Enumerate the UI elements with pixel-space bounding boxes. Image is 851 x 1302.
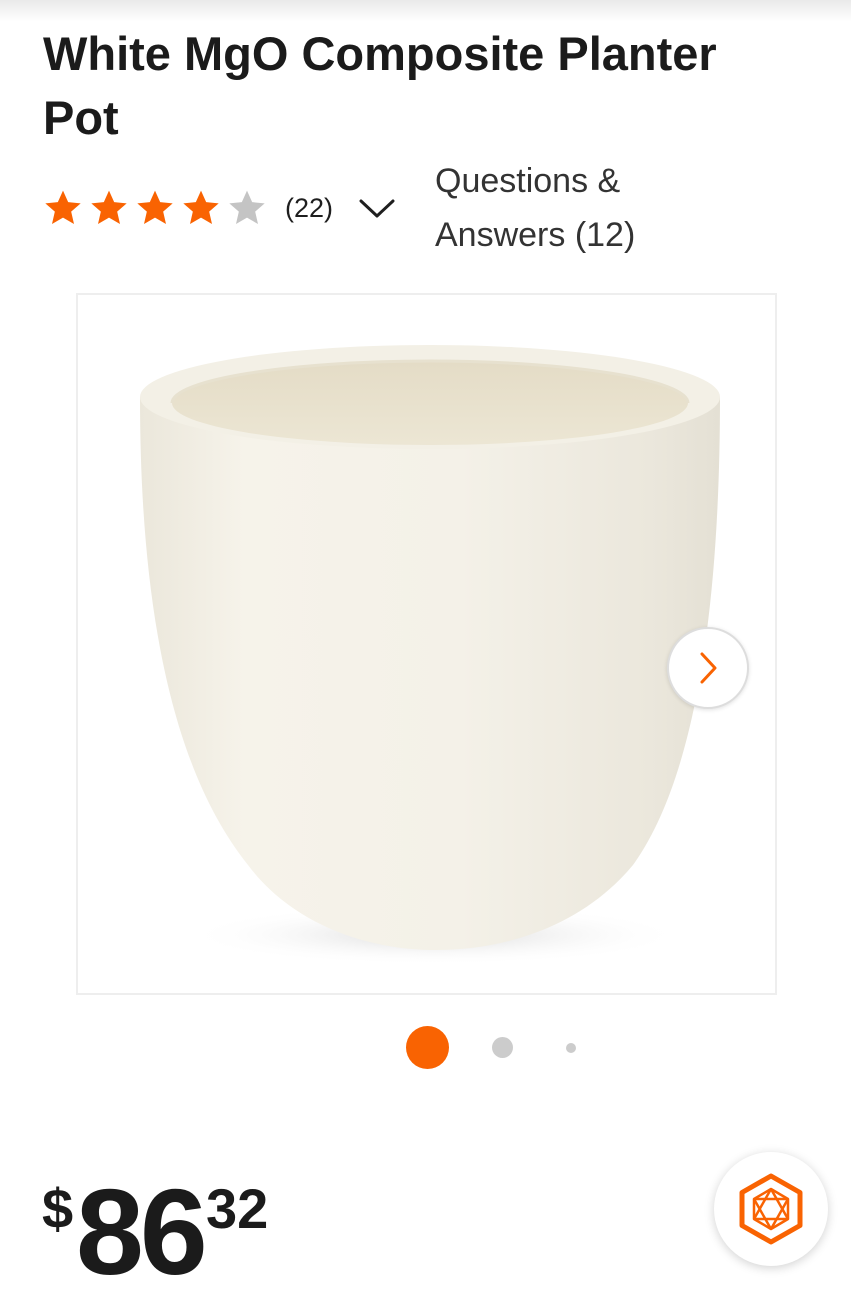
chevron-right-icon [700,652,717,684]
hexagon-assistant-icon [739,1173,803,1245]
assistant-button[interactable] [714,1152,828,1266]
star-rating [43,188,273,228]
star-empty-icon [229,190,265,224]
rating-row[interactable]: (22) [43,183,397,233]
review-count[interactable]: (22) [285,193,333,224]
star-filled-icon [137,190,173,224]
pagination-dot[interactable] [492,1037,513,1058]
product-title: White MgO Composite Planter Pot [43,27,717,144]
star-filled-icon [91,190,127,224]
questions-answers-link[interactable]: Questions & Answers (12) [435,154,695,262]
price-dollars: 86 [76,1164,208,1300]
product-image [140,345,720,965]
next-image-button[interactable] [667,627,749,709]
star-filled-icon [45,190,81,224]
pagination-dot[interactable] [566,1043,576,1053]
star-filled-icon [183,190,219,224]
chevron-down-icon[interactable] [357,193,397,223]
top-shadow [0,0,851,22]
carousel-pagination [0,1026,851,1070]
product-image-carousel[interactable] [76,293,777,995]
pagination-dot-active[interactable] [406,1026,449,1069]
price-currency: $ [42,1177,74,1240]
price-cents: 32 [206,1177,269,1240]
